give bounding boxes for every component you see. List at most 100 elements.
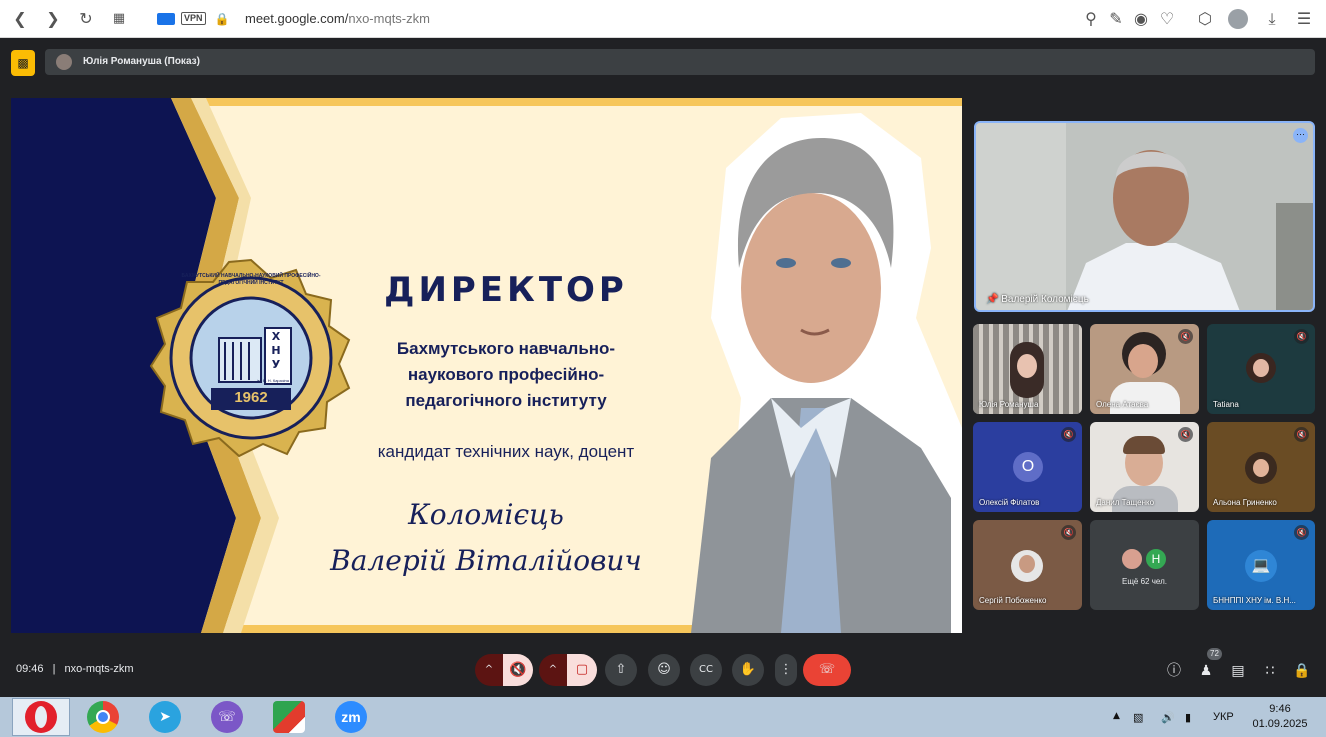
participant-video [976,123,1313,310]
raise-hand-button[interactable]: ✋ [732,654,764,686]
people-count-badge: 72 [1207,648,1222,660]
clock-date: 01.09.2025 [1252,718,1308,730]
host-controls-icon[interactable]: 🔒 [1292,661,1312,681]
participant-name: Данил Тащенко [1096,498,1155,507]
volume-icon[interactable]: 🔊 [1161,711,1175,724]
camera-toggle-button[interactable]: ▢ [567,654,597,686]
app-icon[interactable] [273,701,305,733]
tray-overflow-icon[interactable]: ▲ [1113,711,1120,721]
present-screen-button[interactable]: ⇧ [605,654,637,686]
participant-video [1128,344,1158,378]
slide-title: ДИРЕКТОР [384,270,628,310]
mic-off-icon: 🔇 [1061,427,1076,442]
mic-off-icon: 🔇 [1061,525,1076,540]
featured-participant-tile[interactable]: ⋯ 📌 Валерій Коломієць [974,121,1315,312]
captions-button[interactable]: CC [690,654,722,686]
seal-sub-text: ім. В. Н. Каразіна [257,378,289,383]
windows-taskbar [0,697,1326,737]
separator: | [52,663,56,675]
url-path: nxo-mqts-zkm [348,11,430,26]
cube-icon[interactable]: ⬡ [1195,9,1215,29]
presenter-strip [45,49,1315,75]
participant-tile[interactable]: Юлія Романуша [973,324,1082,414]
clock-time: 9:46 [1269,703,1291,715]
tabs-grid-icon[interactable]: ▦ [109,9,129,29]
avatar [1253,359,1269,377]
menu-icon[interactable]: ☰ [1294,9,1314,29]
address-bar[interactable]: meet.google.com/nxo-mqts-zkm [245,11,430,26]
more-options-icon[interactable]: ⋯ [1293,128,1308,143]
url-host: meet.google.com/ [245,11,349,26]
clock[interactable]: 9:46 01.09.2025 [1250,702,1310,732]
viber-icon[interactable]: ☏ [211,701,243,733]
leave-call-button[interactable]: ☏ [803,654,851,686]
participant-name: 📌 Валерій Коломієць [986,294,1089,305]
chat-icon[interactable]: ▤ [1228,661,1248,681]
network-icon[interactable]: ▧ [1133,711,1143,724]
participant-tile[interactable]: 🔇 Данил Тащенко [1090,422,1199,512]
back-icon[interactable]: ❮ [10,9,30,29]
search-icon[interactable]: ⚲ [1081,9,1101,29]
avatar: О [1013,452,1043,482]
avatar [56,54,72,70]
mic-toggle-button[interactable]: 🔇 [503,654,533,686]
language-indicator[interactable]: УКР [1213,711,1234,723]
avatar [1019,555,1035,573]
institution-line: Бахмутського навчально- [396,339,616,358]
heart-icon[interactable]: ♡ [1157,9,1177,29]
telegram-icon[interactable]: ➤ [149,701,181,733]
more-options-button[interactable]: ⋮ [775,654,797,686]
participant-name: Юлія Романуша [979,400,1039,409]
video-options-button[interactable]: ^ [539,654,567,686]
chrome-icon[interactable] [87,701,119,733]
lock-icon[interactable]: 🔒 [212,9,232,29]
mic-off-icon: 🔇 [1178,329,1193,344]
avatar: Н [1144,547,1168,571]
audio-options-button[interactable]: ^ [475,654,503,686]
mic-off-icon: 🔇 [1178,427,1193,442]
participant-tile[interactable]: 💻 🔇 БННППІ ХНУ ім. В.Н... [1207,520,1315,610]
meeting-info: 09:46 | nxo-mqts-zkm [16,663,134,675]
avatar [1253,459,1269,477]
slide-institution: Бахмутського навчально- наукового профес… [341,336,671,414]
participant-tile[interactable]: О 🔇 Олексій Філатов [973,422,1082,512]
participant-name: Сергій Побоженко [979,596,1047,605]
people-icon[interactable]: ♟ [1196,661,1216,681]
presentation-slide: ХНУ ХНУ ім. В. Н. Каразіна 1962 БАХМУТСЬ… [11,98,962,633]
slide-given-names: Валерій Віталійович [330,544,642,577]
participant-tile[interactable]: 🔇 Олена Атаєва [1090,324,1199,414]
participant-name: Альона Гриненко [1213,498,1277,507]
participant-tile[interactable]: 🔇 Альона Гриненко [1207,422,1315,512]
participant-tile[interactable]: 🔇 Сергій Побоженко [973,520,1082,610]
profile-avatar[interactable] [1228,9,1248,29]
more-participants-tile[interactable]: Н Ещё 62 чел. [1090,520,1199,610]
director-portrait [691,113,962,633]
mic-off-icon: 🔇 [1294,329,1309,344]
institution-line: наукового професійно- [407,365,605,384]
meeting-details-icon[interactable]: ⓘ [1164,661,1184,681]
meeting-time: 09:46 [16,663,44,675]
activities-icon[interactable]: ∷ [1260,661,1280,681]
slide-degree: кандидат технічних наук, доцент [377,442,635,461]
reactions-button[interactable]: ☺ [648,654,680,686]
computer-icon: 💻 [1245,550,1277,582]
presenter-name: Юлія Романуша (Показ) [83,56,200,67]
browser-toolbar: ❮ ❯ ↻ ▦ VPN 🔒 meet.google.com/nxo-mqts-z… [0,0,1326,38]
seal-year: 1962 [234,389,268,406]
pin-icon: 📌 [986,294,1002,305]
participant-video [1110,382,1180,414]
stop-presenting-button[interactable]: ▩ [11,50,35,76]
zoom-icon[interactable]: zm [335,701,367,733]
participant-name: Tatiana [1213,400,1239,409]
camera-snapshot-icon[interactable]: ◉ [1131,9,1151,29]
edit-icon[interactable]: ✎ [1106,9,1126,29]
battery-icon[interactable]: ▮ [1185,711,1191,724]
seal-arc-text: БАХМУТСЬКИЙ НАВЧАЛЬНО-НАУКОВИЙ ПРОФЕСІЙН… [181,273,321,286]
participant-tile[interactable]: 🔇 Tatiana [1207,324,1315,414]
seal-letters-text: ХНУ [271,330,281,371]
reload-icon[interactable]: ↻ [76,9,96,29]
vpn-badge[interactable]: VPN [181,12,206,25]
forward-icon[interactable]: ❯ [43,9,63,29]
opera-icon[interactable] [25,701,57,733]
download-icon[interactable]: ⤓ [1262,9,1282,29]
